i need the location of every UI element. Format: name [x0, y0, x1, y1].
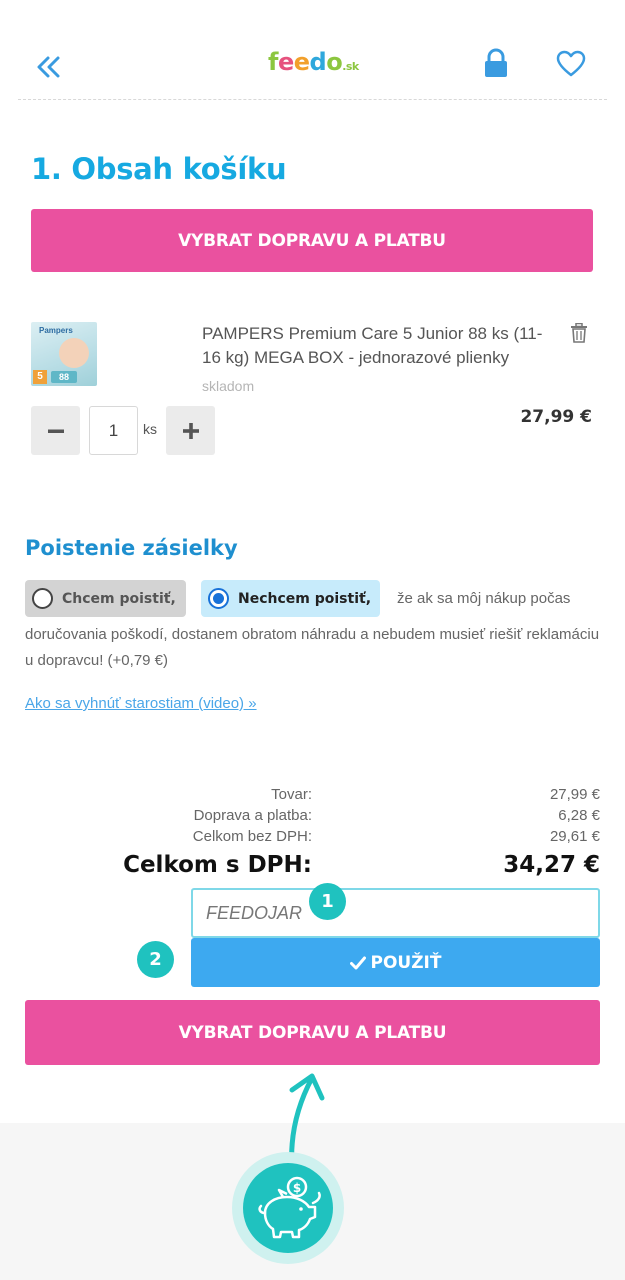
logo-suffix: .sk	[342, 60, 359, 73]
page-title: 1. Obsah košíku	[31, 152, 287, 186]
insurance-text: doručovania poškodí, dostanem obratom ná…	[25, 626, 600, 669]
radio-selected[interactable]	[208, 588, 229, 609]
stock-status: skladom	[202, 378, 255, 394]
apply-coupon-label: POUŽIŤ	[370, 952, 442, 973]
check-icon	[349, 956, 366, 969]
product-image-count: 88	[51, 371, 77, 383]
summary-goods-row: Tovar: 27,99 €	[100, 786, 600, 806]
product-name[interactable]: PAMPERS Premium Care 5 Junior 88 ks (11-…	[202, 322, 552, 370]
minus-icon	[47, 429, 64, 433]
lock-icon	[485, 48, 507, 77]
piggy-bank-icon: $	[258, 1176, 321, 1239]
baby-face-shape	[59, 338, 89, 368]
quantity-input[interactable]	[89, 406, 138, 455]
quantity-increase-button[interactable]	[166, 406, 215, 455]
insurance-option-no[interactable]: Nechcem poistiť,	[201, 580, 380, 617]
trash-icon[interactable]	[570, 323, 588, 343]
summary-goods-label: Tovar:	[271, 786, 312, 803]
summary-shipping-row: Doprava a platba: 6,28 €	[100, 807, 600, 827]
summary-shipping-value: 6,28 €	[558, 807, 600, 824]
insurance-option-yes-label: Chcem poistiť,	[62, 590, 176, 607]
product-image-size: 5	[33, 370, 47, 384]
radio-unselected[interactable]	[32, 588, 53, 609]
insurance-option-yes[interactable]: Chcem poistiť,	[25, 580, 186, 617]
insurance-title: Poistenie zásielky	[25, 536, 238, 560]
summary-net-row: Celkom bez DPH: 29,61 €	[100, 828, 600, 848]
logo[interactable]: feedo.sk	[268, 48, 359, 76]
insurance-option-no-label: Nechcem poistiť,	[238, 590, 372, 607]
heart-icon[interactable]	[556, 50, 586, 78]
choose-shipping-payment-button-top[interactable]: VYBRAT DOPRAVU A PLATBU	[31, 209, 593, 272]
step-badge-1: 1	[309, 883, 346, 920]
summary-shipping-label: Doprava a platba:	[193, 807, 312, 824]
quantity-decrease-button[interactable]	[31, 406, 80, 455]
insurance-video-link[interactable]: Ako sa vyhnúť starostiam (video) »	[25, 695, 257, 712]
quantity-unit: ks	[143, 421, 157, 437]
coupon-input[interactable]	[191, 888, 600, 938]
choose-shipping-payment-button-bottom[interactable]: VYBRAT DOPRAVU A PLATBU	[25, 1000, 600, 1065]
product-price: 27,99 €	[520, 407, 592, 427]
summary-net-value: 29,61 €	[549, 828, 600, 845]
step-badge-2: 2	[137, 941, 174, 978]
product-image-brand: Pampers	[39, 326, 73, 335]
apply-coupon-button[interactable]: POUŽIŤ	[191, 938, 600, 987]
header-divider	[18, 99, 607, 100]
summary-goods-value: 27,99 €	[549, 786, 600, 803]
insurance-text-inline: že ak sa môj nákup počas	[397, 590, 571, 607]
product-image[interactable]: Pampers 5 88	[31, 322, 97, 386]
logo-text: f	[268, 48, 278, 76]
summary-total-label: Celkom s DPH:	[123, 852, 312, 878]
summary-total-value: 34,27 €	[503, 852, 600, 878]
svg-text:$: $	[293, 1181, 301, 1195]
plus-icon	[182, 422, 199, 439]
summary-total-row: Celkom s DPH: 34,27 €	[100, 852, 600, 882]
header: feedo.sk	[0, 0, 625, 100]
summary-net-label: Celkom bez DPH:	[192, 828, 312, 845]
double-chevron-left-icon[interactable]	[34, 52, 64, 82]
